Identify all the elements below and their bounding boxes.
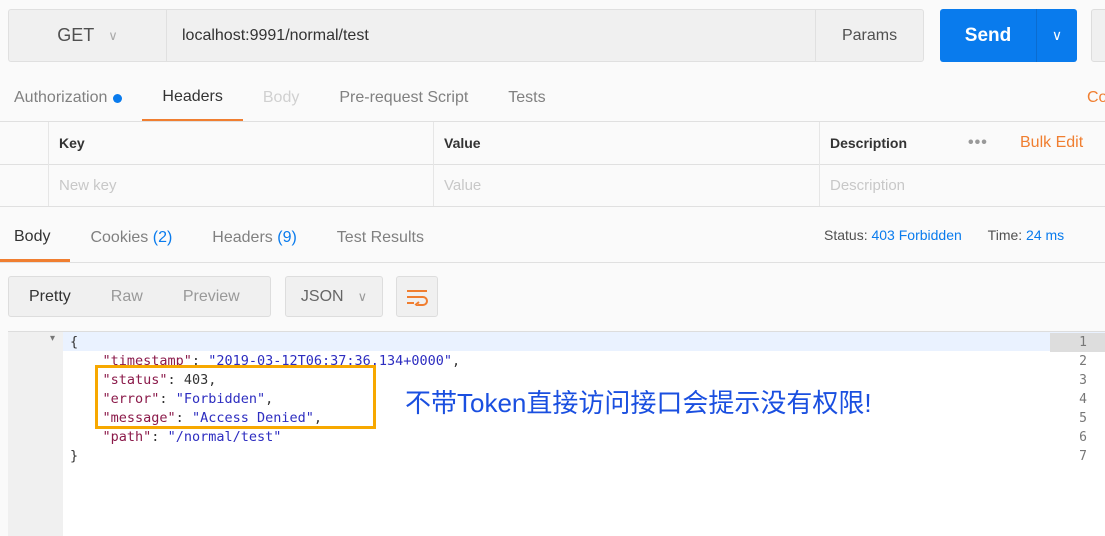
column-value: Value bbox=[433, 122, 819, 164]
divider bbox=[0, 262, 1105, 263]
line-number: 4 bbox=[1079, 392, 1087, 407]
tab-response-headers[interactable]: Headers (9) bbox=[192, 214, 317, 262]
divider bbox=[0, 206, 1105, 207]
format-select[interactable]: JSON ∨ bbox=[285, 276, 383, 317]
request-url-bar: GET ∨ localhost:9991/normal/test Params bbox=[8, 9, 924, 62]
tab-label: Authorization bbox=[14, 89, 108, 106]
column-key: Key bbox=[48, 122, 433, 164]
save-button[interactable] bbox=[1091, 9, 1105, 62]
highlight-box bbox=[95, 365, 376, 429]
status-value: 403 Forbidden bbox=[871, 227, 962, 243]
new-description-input[interactable]: Description bbox=[819, 164, 1105, 206]
tab-label: Cookies bbox=[90, 229, 149, 246]
tab-label: Headers bbox=[212, 229, 273, 246]
send-button[interactable]: Send ∨ bbox=[940, 9, 1077, 62]
annotation-text: 不带Token直接访问接口会提示没有权限! bbox=[405, 388, 872, 418]
response-tabs: Body Cookies (2) Headers (9) Test Result… bbox=[0, 214, 444, 262]
tab-body[interactable]: Body bbox=[243, 74, 319, 122]
tab-cookies[interactable]: Cookies (2) bbox=[70, 214, 192, 262]
line-number: 5 bbox=[1079, 411, 1087, 426]
new-key-input[interactable]: New key bbox=[48, 164, 433, 206]
code-token: "/normal/test" bbox=[167, 429, 282, 445]
code-token: , bbox=[452, 353, 461, 369]
column-description: Description bbox=[819, 122, 959, 164]
more-icon[interactable]: ••• bbox=[968, 134, 988, 152]
code-token: } bbox=[70, 448, 79, 464]
request-tabs: Authorization Headers Body Pre-request S… bbox=[0, 74, 566, 122]
tab-test-results[interactable]: Test Results bbox=[317, 214, 444, 262]
method-select[interactable]: GET ∨ bbox=[9, 10, 167, 61]
active-line-highlight bbox=[63, 332, 1105, 351]
chevron-down-icon: ∨ bbox=[108, 27, 118, 43]
code-line: { bbox=[70, 333, 78, 352]
code-token: "path" bbox=[102, 429, 152, 445]
fold-arrow-icon[interactable]: ▾ bbox=[50, 333, 55, 344]
header-count: (9) bbox=[277, 229, 297, 246]
cookie-count: (2) bbox=[152, 229, 173, 246]
wrap-lines-icon[interactable] bbox=[396, 276, 438, 317]
status-label: Status: bbox=[824, 227, 868, 243]
bulk-edit-button[interactable]: Bulk Edit bbox=[1020, 134, 1083, 152]
send-dropdown-chevron-icon[interactable]: ∨ bbox=[1036, 9, 1077, 62]
format-label: JSON bbox=[300, 287, 344, 305]
indicator-dot-icon bbox=[113, 93, 123, 103]
time-label: Time: bbox=[987, 227, 1023, 243]
response-status: Status: 403 Forbidden Time: 24 ms bbox=[824, 227, 1064, 243]
code-line: } bbox=[70, 447, 78, 466]
view-preview[interactable]: Preview bbox=[163, 288, 260, 306]
line-number: 2 bbox=[1079, 354, 1087, 369]
line-number: 1 bbox=[1050, 333, 1105, 352]
tab-headers[interactable]: Headers bbox=[142, 74, 243, 122]
tab-authorization[interactable]: Authorization bbox=[0, 74, 142, 122]
cookies-link[interactable]: Co bbox=[1087, 89, 1105, 107]
code-token: { bbox=[70, 334, 79, 350]
line-number: 6 bbox=[1079, 430, 1087, 445]
view-mode-toggle: Pretty Raw Preview bbox=[8, 276, 271, 317]
headers-table-row: New key Value Description bbox=[0, 164, 1105, 206]
tab-pre-request-script[interactable]: Pre-request Script bbox=[319, 74, 488, 122]
view-pretty[interactable]: Pretty bbox=[9, 288, 91, 306]
code-token: : bbox=[151, 429, 168, 445]
tab-tests[interactable]: Tests bbox=[488, 74, 565, 122]
chevron-down-icon: ∨ bbox=[357, 288, 368, 304]
send-label: Send bbox=[964, 24, 1012, 46]
line-number: 7 bbox=[1079, 449, 1087, 464]
response-body-editor[interactable]: 1 ▾{2 "timestamp": "2019-03-12T06:37:36.1… bbox=[8, 331, 1105, 536]
tab-response-body[interactable]: Body bbox=[0, 214, 71, 262]
headers-table-header: Key Value Description ••• Bulk Edit bbox=[0, 122, 1105, 164]
line-gutter bbox=[8, 332, 63, 536]
code-line: "path": "/normal/test" bbox=[70, 428, 282, 447]
method-label: GET bbox=[57, 25, 95, 45]
line-number: 3 bbox=[1079, 373, 1087, 388]
time-value: 24 ms bbox=[1026, 227, 1065, 243]
view-raw[interactable]: Raw bbox=[91, 288, 163, 306]
params-button[interactable]: Params bbox=[815, 10, 923, 61]
new-value-input[interactable]: Value bbox=[433, 164, 819, 206]
url-input[interactable]: localhost:9991/normal/test bbox=[167, 10, 815, 61]
